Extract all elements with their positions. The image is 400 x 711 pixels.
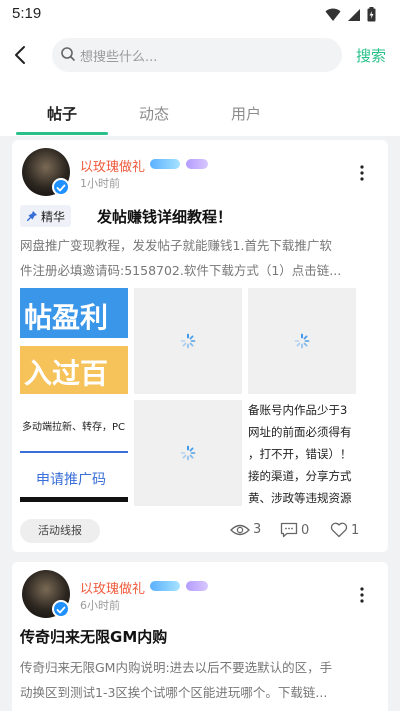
post-time: 6小时前 bbox=[80, 599, 120, 612]
likes-stat[interactable]: 1 bbox=[330, 522, 359, 538]
tab-posts[interactable]: 帖子 bbox=[47, 103, 77, 124]
image-text: 申请推广码 bbox=[36, 472, 106, 488]
eye-icon bbox=[230, 524, 250, 535]
verified-icon bbox=[52, 178, 70, 196]
medal-badge-icon bbox=[186, 581, 208, 591]
more-options-icon[interactable] bbox=[359, 164, 365, 182]
search-icon bbox=[61, 47, 75, 61]
views-count: 3 bbox=[253, 522, 262, 537]
username[interactable]: 以玫瑰做礼 bbox=[80, 156, 145, 175]
comments-stat[interactable]: 0 bbox=[280, 522, 309, 538]
post-title[interactable]: 发帖赚钱详细教程！ bbox=[97, 206, 232, 227]
image-text: 网址的前面必须得有 bbox=[248, 425, 352, 439]
status-icons bbox=[325, 7, 376, 22]
tab-users[interactable]: 用户 bbox=[231, 103, 261, 124]
heart-icon bbox=[330, 522, 348, 538]
active-tab-indicator bbox=[16, 132, 108, 135]
tab-activity[interactable]: 动态 bbox=[139, 103, 169, 124]
image-text: 备账号内作品少于3 bbox=[248, 403, 348, 417]
post-image[interactable]: 备账号内作品少于3 网址的前面必须得有 ，打不开，错误）！ 接的渠道，分享方式 … bbox=[248, 400, 356, 506]
likes-count: 1 bbox=[351, 522, 360, 538]
post-body-line: 网盘推广变现教程，发发帖子就能赚钱1.首先下载推广软 bbox=[20, 238, 332, 253]
post-card[interactable]: 以玫瑰做礼 6小时前 传奇归来无限GM内购 传奇归来无限GM内购说明:进去以后不… bbox=[12, 562, 388, 711]
image-banner-yellow: 入过百 bbox=[20, 346, 128, 394]
post-image-loading[interactable] bbox=[134, 288, 242, 394]
image-text: 入过百 bbox=[24, 357, 109, 390]
comments-count: 0 bbox=[301, 522, 310, 538]
image-text: 多动端拉新、转存，PC bbox=[22, 422, 126, 433]
post-body-line: 动换区到测试1-3区挨个试哪个区能进玩哪个。下载链... bbox=[20, 685, 328, 700]
medal-badge-icon bbox=[186, 159, 208, 169]
more-options-icon[interactable] bbox=[359, 586, 365, 604]
image-banner-blue: 帖盈利 bbox=[20, 288, 128, 338]
post-body-line: 传奇归来无限GM内购说明:进去以后不要选默认的区，手 bbox=[20, 660, 333, 675]
status-time: 5:19 bbox=[12, 5, 42, 22]
username[interactable]: 以玫瑰做礼 bbox=[80, 578, 145, 597]
post-body-line: 件注册必填邀请码:5158702.软件下载方式（1）点击链... bbox=[20, 263, 342, 278]
image-text: 黄、涉政等违规资源 bbox=[248, 491, 352, 505]
featured-tag-label: 精华 bbox=[41, 209, 66, 224]
post-time: 1小时前 bbox=[80, 177, 120, 190]
battery-icon bbox=[367, 7, 376, 22]
post-title[interactable]: 传奇归来无限GM内购 bbox=[20, 626, 167, 647]
featured-tag: 精华 bbox=[20, 205, 72, 227]
loading-spinner-icon bbox=[180, 333, 196, 349]
image-text: ，打不开，错误）！ bbox=[248, 447, 352, 461]
search-button[interactable]: 搜索 bbox=[356, 45, 386, 66]
level-badge-icon bbox=[150, 581, 180, 591]
tab-bar: 帖子 动态 用户 bbox=[0, 88, 400, 136]
activity-tag[interactable]: 活动线报 bbox=[20, 519, 100, 543]
image-bottom-bar bbox=[20, 497, 128, 502]
post-image-loading[interactable] bbox=[248, 288, 356, 394]
image-divider bbox=[20, 451, 128, 453]
views-stat: 3 bbox=[230, 522, 261, 537]
verified-icon bbox=[52, 600, 70, 618]
back-arrow-icon[interactable] bbox=[8, 42, 32, 68]
top-bar: 想搜些什么... 搜索 bbox=[0, 28, 400, 88]
loading-spinner-icon bbox=[180, 445, 196, 461]
wifi-icon bbox=[325, 8, 341, 21]
image-text: 帖盈利 bbox=[24, 301, 109, 334]
post-image[interactable]: 帖盈利 入过百 多动端拉新、转存，PC 申请推广码 bbox=[20, 288, 128, 502]
pin-icon bbox=[27, 211, 37, 221]
search-input[interactable]: 想搜些什么... bbox=[52, 38, 342, 72]
search-placeholder: 想搜些什么... bbox=[80, 50, 158, 65]
post-image-loading[interactable] bbox=[134, 400, 242, 506]
post-card[interactable]: 以玫瑰做礼 1小时前 精华 发帖赚钱详细教程！ 网盘推广变现教程，发发帖子就能赚… bbox=[12, 140, 388, 552]
signal-icon bbox=[348, 8, 360, 21]
loading-spinner-icon bbox=[294, 333, 310, 349]
level-badge-icon bbox=[150, 159, 180, 169]
image-text: 接的渠道，分享方式 bbox=[248, 469, 352, 483]
comment-icon bbox=[280, 522, 298, 538]
status-bar: 5:19 bbox=[0, 0, 400, 28]
